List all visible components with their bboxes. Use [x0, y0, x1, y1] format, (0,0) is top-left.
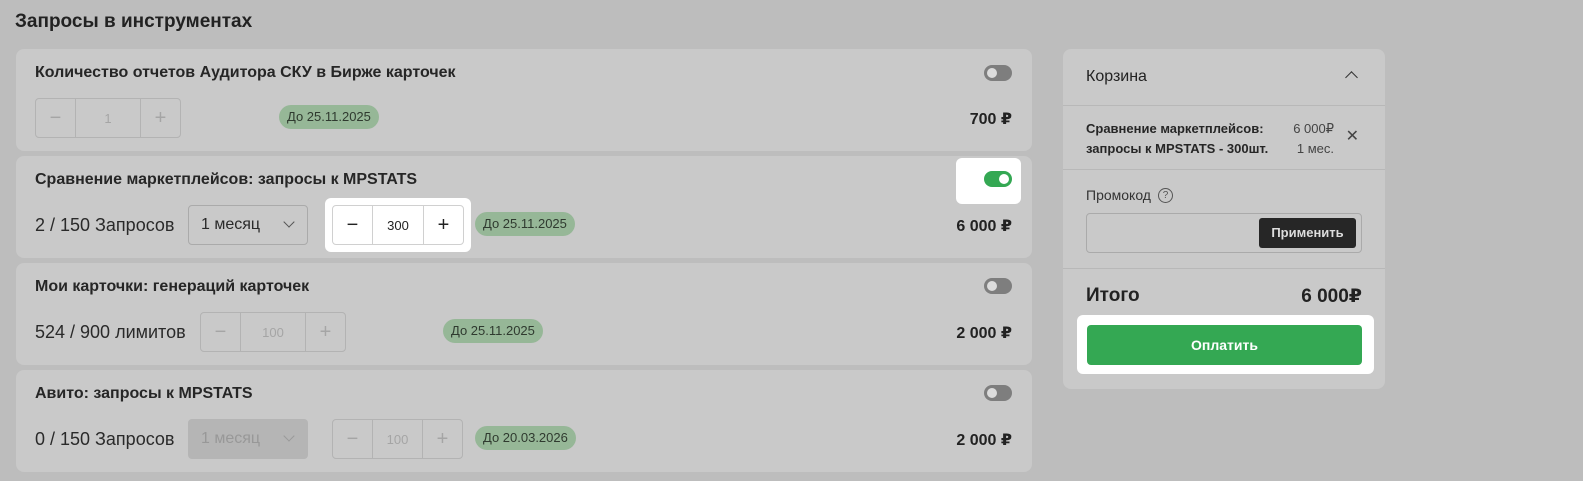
decrement-button[interactable]: −	[333, 206, 372, 244]
increment-button[interactable]: +	[141, 99, 180, 137]
divider	[1063, 268, 1385, 269]
quantity-stepper[interactable]: − 1 +	[35, 98, 181, 138]
period-select[interactable]: 1 месяц	[188, 419, 308, 459]
decrement-button[interactable]: −	[201, 313, 240, 351]
expiry-badge: До 20.03.2026	[475, 426, 576, 450]
enable-toggle[interactable]	[984, 65, 1012, 81]
quantity-input[interactable]: 1	[75, 99, 141, 137]
cart-title: Корзина	[1086, 68, 1147, 85]
chevron-down-icon	[283, 216, 295, 228]
card-title: Сравнение маркетплейсов: запросы к MPSTA…	[35, 171, 418, 188]
pay-button[interactable]: Оплатить	[1087, 325, 1362, 365]
help-circle-icon[interactable]: ?	[1158, 188, 1173, 203]
decrement-button[interactable]: −	[36, 99, 75, 137]
decrement-button[interactable]: −	[333, 420, 372, 458]
period-select-value: 1 месяц	[201, 216, 261, 233]
card-title: Авито: запросы к MPSTATS	[35, 385, 253, 402]
price: 2 000 ₽	[956, 325, 1012, 342]
usage-counter: 524 / 900 лимитов	[35, 322, 186, 342]
apply-promo-button[interactable]: Применить	[1259, 218, 1356, 248]
period-select[interactable]: 1 месяц	[188, 205, 308, 245]
tool-card-my-cards: Мои карточки: генераций карточек 524 / 9…	[16, 263, 1032, 365]
quantity-input[interactable]: 100	[372, 420, 423, 458]
enable-toggle[interactable]	[984, 171, 1012, 187]
tool-card-auditor: Количество отчетов Аудитора СКУ в Бирже …	[16, 49, 1032, 151]
quantity-input[interactable]: 300	[372, 206, 424, 244]
card-title: Количество отчетов Аудитора СКУ в Бирже …	[35, 64, 456, 81]
usage-counter: 2 / 150 Запросов	[35, 215, 175, 235]
chevron-up-icon[interactable]	[1345, 71, 1358, 84]
quantity-stepper[interactable]: − 100 +	[332, 419, 463, 459]
card-title: Мои карточки: генераций карточек	[35, 278, 310, 295]
enable-toggle[interactable]	[984, 278, 1012, 294]
cart-item-name: Сравнение маркетплейсов: запросы к MPSTA…	[1086, 119, 1286, 159]
cart-item-period: 1 мес.	[1296, 141, 1334, 156]
price: 700 ₽	[969, 111, 1012, 128]
cart-item-name-line1: Сравнение маркетплейсов:	[1086, 121, 1264, 136]
increment-button[interactable]: +	[424, 206, 463, 244]
cart-item-name-line2: запросы к MPSTATS - 300шт.	[1086, 141, 1269, 156]
expiry-badge: До 25.11.2025	[475, 212, 575, 236]
usage-counter: 0 / 150 Запросов	[35, 429, 175, 449]
total-label: Итого	[1086, 285, 1140, 306]
tool-card-marketplace-compare: Сравнение маркетплейсов: запросы к MPSTA…	[16, 156, 1032, 258]
divider	[1063, 169, 1385, 170]
price: 6 000 ₽	[956, 218, 1012, 235]
enable-toggle[interactable]	[984, 385, 1012, 401]
close-icon[interactable]: ✕	[1346, 129, 1359, 145]
promo-label: Промокод	[1086, 187, 1151, 203]
period-select-value: 1 месяц	[201, 430, 261, 447]
chevron-down-icon	[283, 430, 295, 442]
increment-button[interactable]: +	[306, 313, 345, 351]
page-title: Запросы в инструментах	[15, 11, 253, 32]
price: 2 000 ₽	[956, 432, 1012, 449]
cart-item-price: 6 000₽	[1293, 121, 1334, 136]
expiry-badge: До 25.11.2025	[443, 319, 543, 343]
cart-item-price-block: 6 000₽ 1 мес.	[1293, 119, 1334, 159]
expiry-badge: До 25.11.2025	[279, 105, 379, 129]
increment-button[interactable]: +	[423, 420, 462, 458]
quantity-stepper[interactable]: − 300 +	[332, 205, 464, 245]
total-value: 6 000₽	[1301, 286, 1362, 307]
quantity-input[interactable]: 100	[240, 313, 306, 351]
quantity-stepper[interactable]: − 100 +	[200, 312, 346, 352]
divider	[1063, 105, 1385, 106]
tool-card-avito: Авито: запросы к MPSTATS 0 / 150 Запросо…	[16, 370, 1032, 472]
